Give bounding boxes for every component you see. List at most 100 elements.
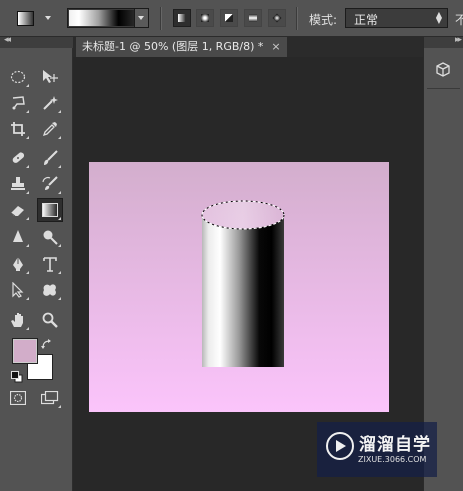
path-selection-arrow-icon	[12, 282, 24, 298]
tool-group-indicator	[23, 271, 29, 274]
diamond-gradient-icon	[272, 13, 282, 23]
foreground-color-swatch[interactable]	[12, 338, 38, 364]
document-tab[interactable]: 未标题-1 @ 50% (图层 1, RGB/8) * ×	[76, 37, 287, 57]
eyedropper-tool[interactable]	[38, 118, 62, 140]
clone-stamp-tool[interactable]	[6, 173, 30, 195]
divider	[427, 88, 460, 89]
tool-group-indicator	[55, 271, 61, 274]
history-brush-tool[interactable]	[38, 173, 62, 195]
opacity-label-truncated: 不	[455, 13, 463, 27]
magic-wand-tool[interactable]	[38, 92, 62, 114]
reflected-gradient-button[interactable]	[244, 9, 262, 27]
close-tab-icon[interactable]: ×	[271, 40, 280, 53]
linear-gradient-icon	[178, 14, 186, 22]
lasso-icon	[12, 96, 25, 110]
spot-healing-brush-tool[interactable]	[6, 147, 30, 169]
watermark-url: ZIXUE.3066.COM	[358, 455, 427, 464]
crop-tool[interactable]	[6, 118, 30, 140]
dodge-icon	[43, 230, 58, 245]
angle-gradient-icon	[225, 14, 233, 22]
3d-cube-icon	[436, 62, 450, 77]
tool-group-indicator	[23, 297, 29, 300]
radial-gradient-icon	[201, 14, 209, 22]
tool-group-indicator	[23, 217, 29, 220]
diamond-gradient-button[interactable]	[268, 9, 286, 27]
angle-gradient-button[interactable]	[220, 9, 238, 27]
document-tab-bar: 未标题-1 @ 50% (图层 1, RGB/8) * ×	[73, 37, 423, 57]
elliptical-marquee-tool[interactable]	[6, 66, 30, 88]
pen-tool[interactable]	[6, 253, 30, 275]
tool-group-indicator	[55, 244, 61, 247]
tool-group-indicator	[55, 110, 61, 113]
blur-drop-icon	[13, 230, 23, 242]
type-icon	[43, 257, 57, 272]
tool-group-indicator	[23, 327, 29, 330]
eraser-icon	[10, 206, 24, 217]
tool-group-indicator	[55, 165, 61, 168]
cylinder-body	[202, 215, 284, 367]
tool-group-indicator	[23, 244, 29, 247]
magic-wand-icon	[43, 96, 58, 110]
swap-colors-icon[interactable]	[41, 336, 53, 355]
tool-group-indicator	[23, 191, 29, 194]
tool-preset-dropdown-icon[interactable]	[45, 16, 51, 20]
bandage-icon	[12, 152, 25, 163]
document-canvas[interactable]	[89, 162, 389, 412]
tool-group-indicator	[55, 297, 61, 300]
default-colors-icon[interactable]	[11, 368, 23, 387]
hand-tool[interactable]	[6, 309, 30, 331]
move-icon	[43, 70, 58, 83]
collapse-icon[interactable]: ◂◂	[4, 35, 11, 45]
tools-panel-header[interactable]: ◂◂	[0, 35, 73, 48]
zoom-icon	[42, 312, 58, 328]
type-tool[interactable]	[38, 253, 62, 275]
options-bar: 模式: 正常 ▲ ▼ 不	[0, 0, 463, 37]
stamp-icon	[11, 177, 25, 190]
zoom-tool[interactable]	[38, 309, 62, 331]
move-tool[interactable]	[38, 66, 62, 88]
custom-shape-tool[interactable]	[38, 279, 62, 301]
expand-icon[interactable]: ▸▸	[455, 35, 462, 45]
history-brush-icon	[42, 176, 58, 190]
mode-label: 模式:	[309, 13, 338, 27]
chevron-down-icon	[138, 16, 144, 20]
tool-group-indicator	[23, 165, 29, 168]
gradient-picker[interactable]	[67, 8, 149, 28]
radial-gradient-button[interactable]	[196, 9, 214, 27]
screen-mode-icon	[41, 391, 59, 405]
eraser-tool[interactable]	[6, 199, 30, 221]
divider	[160, 7, 162, 30]
3d-panel-button[interactable]	[431, 59, 455, 81]
brush-icon	[44, 150, 58, 165]
ellipse-marquee-icon	[10, 70, 26, 84]
gradient-preview[interactable]	[69, 10, 135, 26]
gradient-tool-icon	[17, 11, 34, 26]
brush-tool[interactable]	[38, 147, 62, 169]
gradient-picker-dropdown[interactable]	[134, 9, 148, 27]
blur-tool[interactable]	[6, 226, 30, 248]
updown-arrows-icon: ▲ ▼	[435, 10, 442, 25]
quick-mask-icon	[10, 391, 26, 405]
path-selection-tool[interactable]	[6, 279, 30, 301]
right-panel-header[interactable]: ▸▸	[424, 35, 463, 48]
quick-mask-button[interactable]	[6, 387, 30, 409]
linear-gradient-button[interactable]	[173, 9, 191, 27]
tool-group-indicator	[23, 84, 29, 87]
mode-select[interactable]: 正常 ▲ ▼	[345, 8, 448, 28]
watermark-brand: 溜溜自学	[359, 435, 431, 455]
custom-shape-icon	[43, 284, 56, 296]
hand-icon	[11, 313, 23, 327]
eyedropper-icon	[42, 122, 57, 137]
tool-group-indicator	[55, 405, 61, 408]
gradient-tool[interactable]	[37, 198, 63, 222]
tool-group-indicator	[55, 136, 61, 139]
watermark: 溜溜自学 ZIXUE.3066.COM	[317, 422, 437, 477]
polygonal-lasso-tool[interactable]	[6, 92, 30, 114]
document-tab-title: 未标题-1 @ 50% (图层 1, RGB/8) *	[82, 40, 264, 53]
cylinder-artwork	[201, 200, 285, 367]
tool-group-indicator	[55, 217, 61, 220]
screen-mode-button[interactable]	[38, 387, 62, 409]
tool-preset-picker[interactable]	[14, 9, 36, 27]
dodge-tool[interactable]	[38, 226, 62, 248]
tool-group-indicator	[23, 136, 29, 139]
